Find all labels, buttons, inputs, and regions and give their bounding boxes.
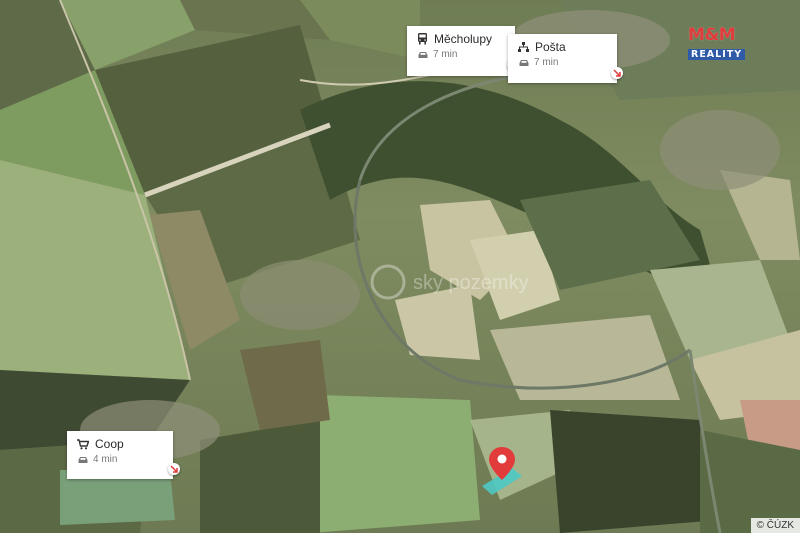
- poi-card-mecholupy[interactable]: Měcholupy 7 min: [407, 26, 519, 76]
- bus-icon: [418, 33, 427, 45]
- watermark: sky pozemky: [370, 264, 529, 300]
- watermark-text: sky pozemky: [413, 272, 529, 294]
- copyright-label: © ČÚZK: [750, 518, 800, 533]
- poi-time: 7 min: [433, 49, 458, 60]
- poi-title: Pošta: [535, 40, 566, 54]
- car-icon: [418, 51, 428, 58]
- car-icon: [78, 456, 88, 463]
- brand-logo: M&M REALITY: [688, 26, 762, 60]
- post-office-icon: [518, 41, 529, 52]
- brand-logo-mark: M&M: [688, 25, 736, 45]
- car-icon: [519, 59, 529, 66]
- cart-icon: [77, 438, 89, 449]
- map-view[interactable]: sky pozemky Měcholupy 7 min Pošta 7 min: [0, 0, 800, 533]
- map-pin-icon[interactable]: [487, 446, 517, 482]
- poi-pointer: [611, 67, 623, 79]
- poi-title: Coop: [95, 437, 124, 451]
- poi-title: Měcholupy: [434, 32, 493, 46]
- poi-pointer: [168, 463, 180, 475]
- brand-logo-subtitle: REALITY: [688, 49, 746, 60]
- poi-time: 7 min: [534, 57, 559, 68]
- arrow-icon: [613, 69, 621, 77]
- poi-card-posta[interactable]: Pošta 7 min: [508, 34, 623, 83]
- poi-card-coop[interactable]: Coop 4 min: [67, 431, 180, 479]
- poi-time: 4 min: [93, 454, 118, 465]
- arrow-icon: [170, 465, 178, 473]
